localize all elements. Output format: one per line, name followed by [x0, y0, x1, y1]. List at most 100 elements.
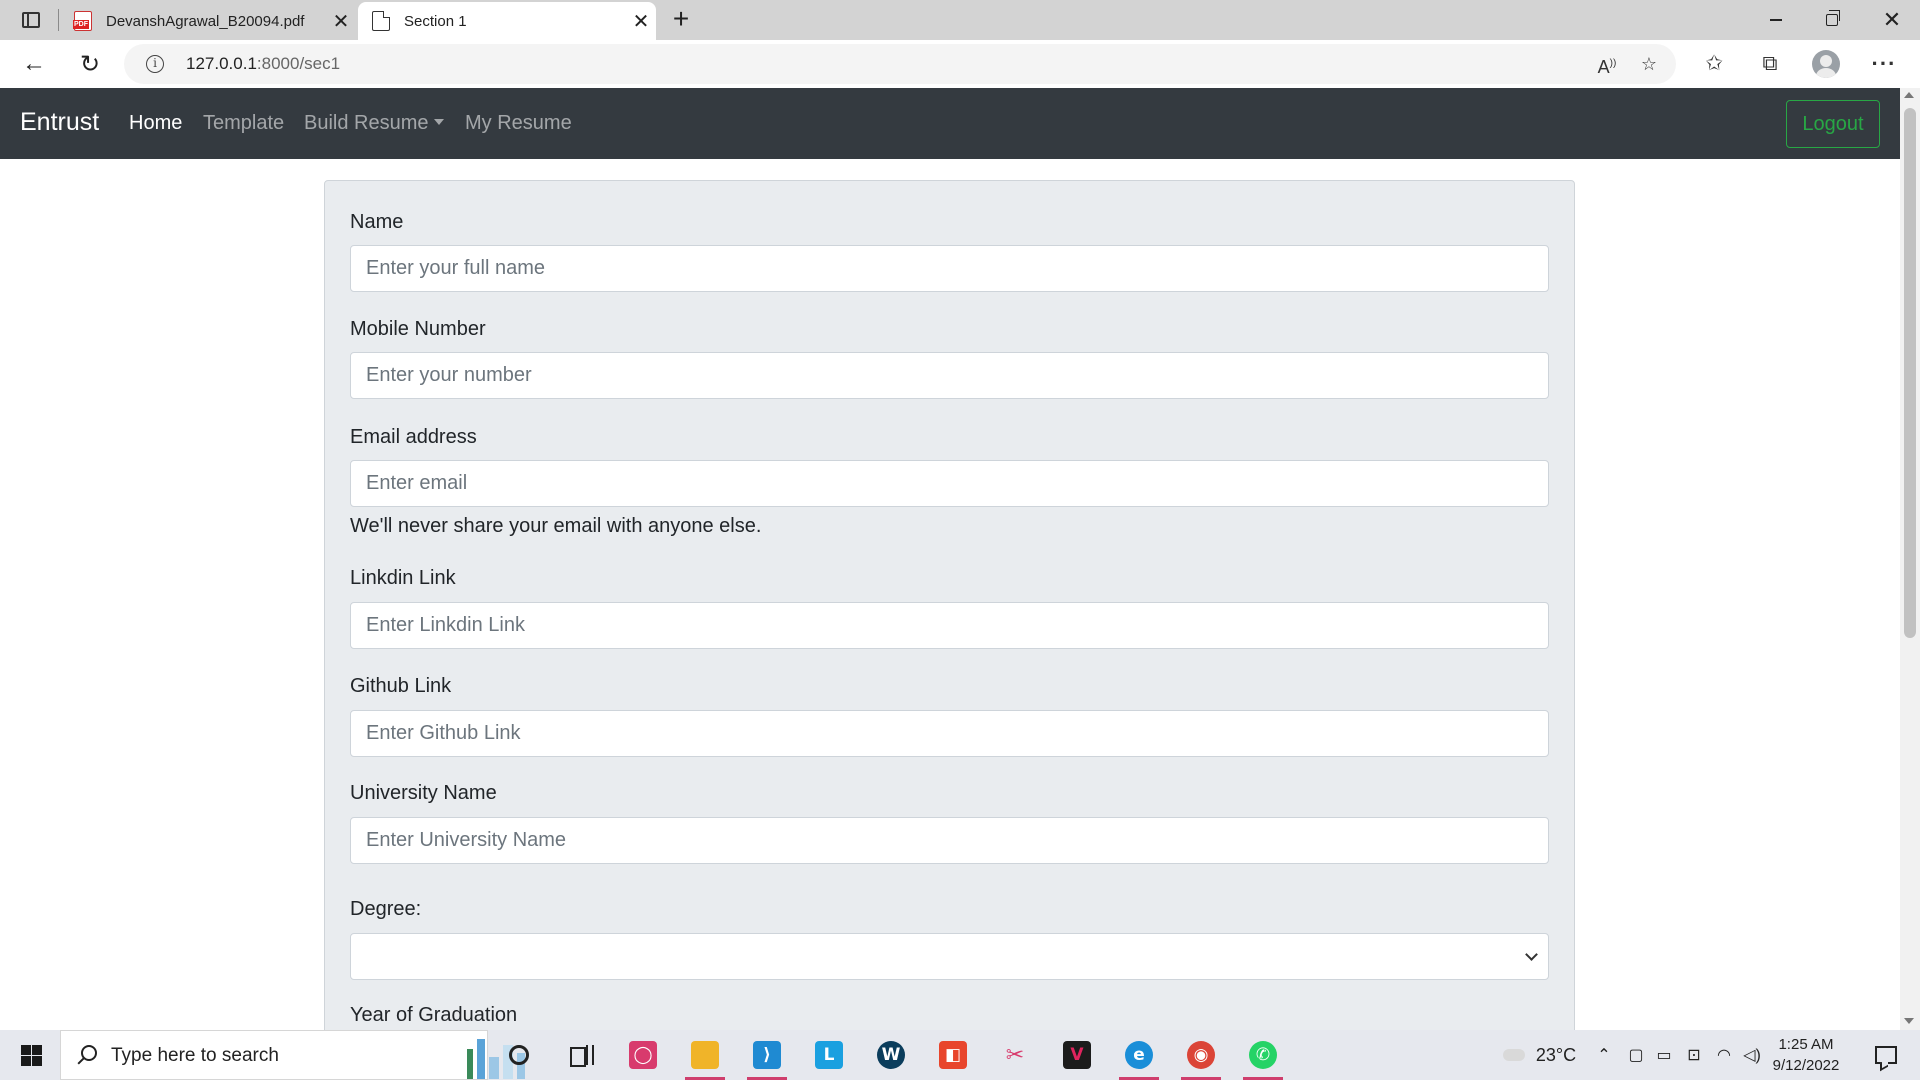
cortana-icon — [509, 1045, 529, 1065]
tab-pdf[interactable]: DevanshAgrawal_B20094.pdf ✕ — [60, 2, 356, 40]
degree-select[interactable] — [350, 933, 1549, 980]
nav-build-resume-dropdown[interactable]: Build Resume — [304, 112, 444, 135]
restore-button[interactable] — [1804, 0, 1860, 40]
taskbar-office[interactable]: ◧ — [928, 1035, 978, 1075]
app-v-icon: V — [1063, 1041, 1091, 1069]
nav-my-resume[interactable]: My Resume — [465, 112, 572, 135]
tab-actions-button[interactable] — [14, 7, 48, 33]
back-button[interactable]: ← — [16, 46, 52, 82]
read-aloud-icon[interactable]: A)) — [1594, 52, 1620, 77]
taskbar-chrome[interactable]: ◉ — [1176, 1035, 1226, 1080]
taskbar-app-l[interactable]: L — [804, 1035, 854, 1075]
profile-avatar-icon[interactable] — [1812, 50, 1840, 78]
app-o-icon: ◯ — [629, 1041, 657, 1069]
wifi-icon[interactable]: ◠ — [1710, 1030, 1738, 1080]
resume-form: Name Mobile Number Email address We'll n… — [324, 180, 1575, 1030]
task-view-button[interactable] — [556, 1035, 606, 1075]
reload-button[interactable]: ↻ — [72, 46, 108, 82]
email-help-text: We'll never share your email with anyone… — [350, 515, 762, 537]
tab-title: Section 1 — [404, 12, 467, 30]
new-tab-button[interactable]: + — [664, 4, 698, 36]
folder-icon — [691, 1041, 719, 1069]
taskbar-webex[interactable]: W — [866, 1035, 916, 1075]
mobile-label: Mobile Number — [350, 318, 486, 340]
browser-tab-strip: DevanshAgrawal_B20094.pdf ✕ Section 1 ✕ … — [0, 0, 1920, 40]
url-path: :8000/sec1 — [256, 54, 341, 73]
university-input[interactable] — [350, 817, 1549, 864]
page-icon — [372, 11, 390, 31]
name-label: Name — [350, 211, 404, 233]
taskbar-edge[interactable]: e — [1114, 1035, 1164, 1080]
taskbar-app-1[interactable]: ◯ — [618, 1035, 668, 1075]
pdf-icon — [73, 11, 92, 31]
taskbar-whatsapp[interactable]: ✆ — [1238, 1035, 1288, 1080]
name-input[interactable] — [350, 245, 1549, 292]
favorites-icon[interactable]: ✩ — [1698, 49, 1730, 79]
show-hidden-icons-chevron-up-icon[interactable]: ⌃ — [1590, 1030, 1618, 1080]
logout-button[interactable]: Logout — [1786, 100, 1880, 148]
weather-widget[interactable] — [1496, 1030, 1532, 1080]
address-bar[interactable]: i 127.0.0.1:8000/sec1 A)) ☆ — [124, 44, 1676, 84]
battery-icon[interactable]: ▭ — [1650, 1030, 1678, 1080]
university-label: University Name — [350, 782, 497, 804]
page-scrollbar[interactable] — [1900, 88, 1920, 1030]
scroll-up-arrow-icon[interactable] — [1904, 92, 1914, 98]
temperature[interactable]: 23°C — [1534, 1030, 1578, 1080]
nav-home[interactable]: Home — [129, 112, 182, 135]
windows-taskbar: Type here to search ◯ ⟩ L W ◧ ✂ V e ◉ ✆ … — [0, 1030, 1920, 1080]
tab-separator — [58, 9, 59, 31]
cloud-sun-icon — [1503, 1042, 1525, 1061]
info-icon[interactable]: i — [146, 55, 164, 73]
brand-logo[interactable]: Entrust — [20, 108, 99, 137]
app-navbar: Entrust Home Template Build Resume My Re… — [0, 88, 1900, 159]
scroll-thumb[interactable] — [1904, 108, 1916, 638]
browser-toolbar: ← ↻ i 127.0.0.1:8000/sec1 A)) ☆ ✩ ⧉ ··· — [0, 40, 1920, 88]
restore-icon — [1826, 10, 1840, 26]
clock-time: 1:25 AM — [1778, 1036, 1834, 1053]
minimize-icon — [1770, 19, 1782, 21]
email-label: Email address — [350, 426, 477, 448]
notification-icon — [1875, 1046, 1897, 1064]
linkedin-input[interactable] — [350, 602, 1549, 649]
mobile-input[interactable] — [350, 352, 1549, 399]
taskbar-file-explorer[interactable] — [680, 1035, 730, 1080]
system-clock[interactable]: 1:25 AM 9/12/2022 — [1766, 1034, 1846, 1076]
year-label: Year of Graduation — [350, 1004, 518, 1026]
scroll-down-arrow-icon[interactable] — [1904, 1018, 1914, 1024]
windows-logo-icon — [21, 1045, 31, 1055]
nav-template[interactable]: Template — [203, 112, 284, 135]
github-input[interactable] — [350, 710, 1549, 757]
webex-icon: W — [877, 1041, 905, 1069]
linkedin-label: Linkdin Link — [350, 567, 456, 589]
taskbar-app-v[interactable]: V — [1052, 1035, 1102, 1075]
url-host: 127.0.0.1 — [186, 54, 257, 73]
tab-close-icon[interactable]: ✕ — [626, 9, 656, 34]
add-favorite-icon[interactable]: ☆ — [1636, 52, 1662, 76]
display-icon[interactable]: ⊡ — [1680, 1030, 1708, 1080]
arrow-left-icon: ← — [22, 50, 46, 77]
page-viewport: Entrust Home Template Build Resume My Re… — [0, 88, 1900, 1030]
search-icon — [81, 1045, 97, 1061]
nav-build-resume-label: Build Resume — [304, 112, 429, 134]
tab-section-1[interactable]: Section 1 ✕ — [358, 2, 656, 40]
taskbar-vscode[interactable]: ⟩ — [742, 1035, 792, 1080]
degree-label: Degree: — [350, 898, 422, 920]
tab-title: DevanshAgrawal_B20094.pdf — [106, 12, 305, 30]
more-menu-icon[interactable]: ··· — [1868, 49, 1900, 79]
taskbar-snipping[interactable]: ✂ — [990, 1035, 1040, 1075]
minimize-button[interactable] — [1748, 0, 1804, 40]
collections-icon[interactable]: ⧉ — [1754, 49, 1786, 79]
cortana-button[interactable] — [494, 1035, 544, 1075]
volume-icon[interactable]: ◁) — [1738, 1030, 1766, 1080]
notifications-button[interactable] — [1866, 1030, 1906, 1080]
meet-icon[interactable]: ▢ — [1622, 1030, 1650, 1080]
url-text[interactable]: 127.0.0.1:8000/sec1 — [186, 54, 340, 74]
scissors-icon: ✂ — [1005, 1042, 1025, 1068]
email-input[interactable] — [350, 460, 1549, 507]
taskbar-search[interactable]: Type here to search — [60, 1030, 525, 1080]
start-button[interactable] — [10, 1040, 52, 1070]
tab-close-icon[interactable]: ✕ — [326, 9, 356, 34]
clock-date: 9/12/2022 — [1772, 1057, 1840, 1074]
app-l-icon: L — [815, 1041, 843, 1069]
window-close-button[interactable]: ✕ — [1864, 0, 1920, 40]
